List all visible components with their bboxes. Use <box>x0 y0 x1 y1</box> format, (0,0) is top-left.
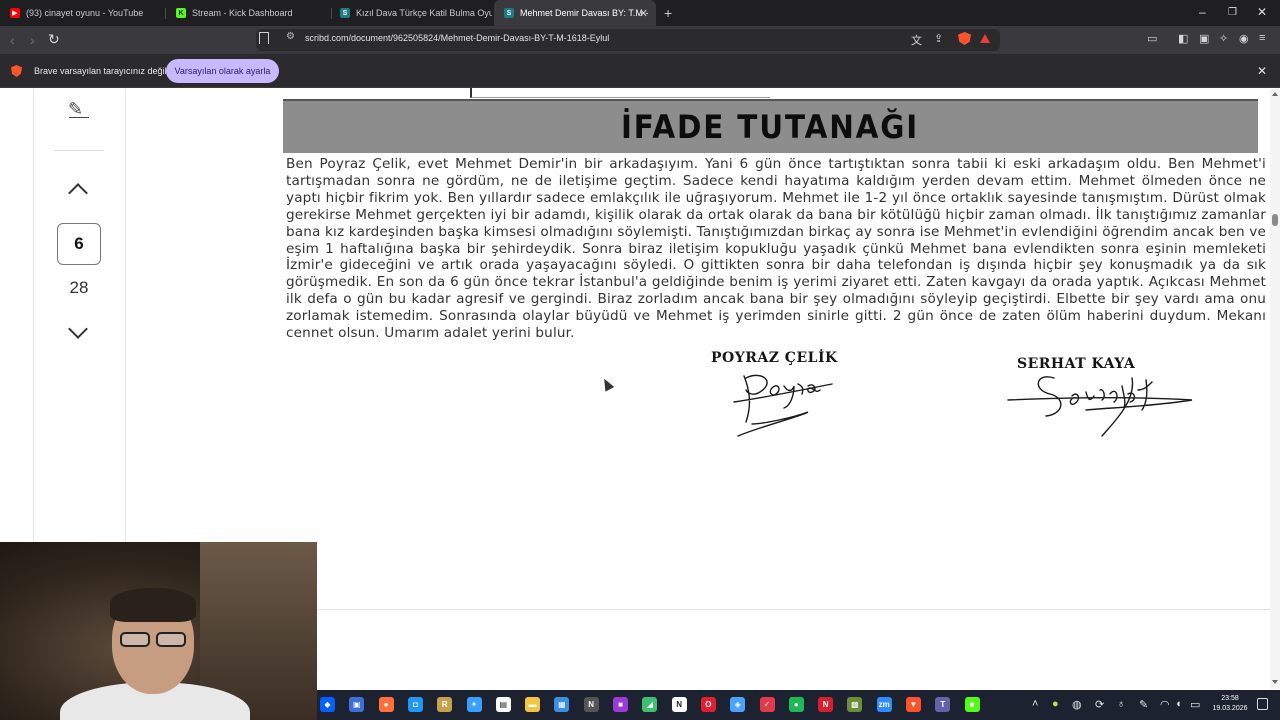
tray-app-icon[interactable]: ⟳ <box>1095 698 1104 711</box>
dropbox-icon[interactable]: ◆ <box>320 697 335 712</box>
tab-close-icon[interactable]: ✕ <box>639 7 648 20</box>
minecraft-icon[interactable]: ▩ <box>847 697 863 712</box>
document-heading-banner: İFADE TUTANAĞI <box>283 99 1258 153</box>
translate-icon[interactable]: 文 <box>911 32 922 48</box>
signature-poyraz <box>733 374 833 437</box>
scribd-icon: S <box>504 8 514 18</box>
document-icon[interactable]: ▤ <box>495 697 511 712</box>
pen-icon[interactable]: ✎ <box>1139 698 1148 711</box>
back-icon[interactable]: ‹ <box>10 32 15 48</box>
vpn-icon[interactable]: ◉ <box>1239 32 1249 45</box>
clock-date: 19.03.2026 <box>1212 705 1248 712</box>
current-page-input[interactable]: 6 <box>57 223 101 265</box>
tab-youtube[interactable]: ▶ (93) cinayet oyunu - YouTube <box>0 0 162 26</box>
volume-icon[interactable]: ◖ <box>1175 698 1182 710</box>
files-icon[interactable]: ◘ <box>407 697 423 712</box>
clock[interactable]: 23:58 19.03.2026 <box>1208 694 1252 714</box>
vertical-scrollbar[interactable] <box>1270 89 1280 689</box>
folder-icon[interactable]: ▬ <box>525 697 541 712</box>
divider <box>54 150 104 151</box>
signature-name-poyraz: POYRAZ ÇELİK <box>711 350 838 366</box>
spotify-icon[interactable]: ● <box>788 697 804 712</box>
minimize-button[interactable]: – <box>1199 5 1206 19</box>
window-close-button[interactable]: ✕ <box>1257 5 1267 19</box>
reload-icon[interactable]: ↻ <box>48 31 60 48</box>
url-text[interactable]: scribd.com/document/962505824/Mehmet-Dem… <box>305 33 609 43</box>
shield-app-icon[interactable]: ◈ <box>730 697 746 712</box>
new-tab-button[interactable]: + <box>664 5 672 21</box>
battery-icon[interactable]: ▭ <box>1190 698 1200 711</box>
zoom-icon[interactable]: zm <box>876 697 892 712</box>
infobar-close-icon[interactable]: ✕ <box>1257 64 1267 78</box>
forward-icon[interactable]: › <box>30 32 35 48</box>
tab-label: Mehmet Demir Davası BY: T.M - <box>520 8 649 18</box>
bookmark-icon[interactable] <box>259 32 269 44</box>
purple-app-icon[interactable]: ■ <box>613 697 628 712</box>
menu-icon[interactable]: ≡ <box>1259 32 1265 44</box>
leo-ai-icon[interactable]: ✧ <box>1219 32 1228 45</box>
copilot-icon[interactable]: ✦ <box>466 697 482 712</box>
opera-icon[interactable]: O <box>700 697 716 712</box>
total-pages: 28 <box>69 278 89 297</box>
scrollbar-thumb[interactable] <box>1272 214 1278 226</box>
teams-icon[interactable]: T <box>935 697 951 712</box>
signature-serhat <box>1007 376 1193 437</box>
chevron-up-icon[interactable]: ˄ <box>1032 698 1038 710</box>
scribd-icon: S <box>340 8 350 18</box>
share-icon[interactable]: ⇪ <box>934 32 943 45</box>
tab-label: Kızıl Dava Türkçe Katil Bulma Oyunu <box>356 8 492 18</box>
kick-icon: K <box>176 8 186 18</box>
capcut-icon[interactable]: ✓ <box>759 697 775 712</box>
scroll-down-arrow-icon[interactable] <box>1272 680 1278 684</box>
document-frame-line <box>470 88 770 98</box>
tray-app-icon[interactable]: ● <box>1052 698 1059 710</box>
tab-mehmet-demir[interactable]: S Mehmet Demir Davası BY: T.M - ✕ <box>494 0 656 26</box>
game-icon[interactable]: R <box>437 697 453 712</box>
bluestacks-icon[interactable]: ◢ <box>642 697 658 712</box>
notion-icon[interactable]: N <box>671 697 687 712</box>
reader-mode-icon[interactable]: ▭ <box>1147 32 1157 45</box>
firefox-icon[interactable]: ● <box>378 697 394 712</box>
notification-icon[interactable] <box>1257 698 1268 710</box>
brave-icon[interactable]: ▼ <box>906 697 921 712</box>
tab-kizil-dava[interactable]: S Kızıl Dava Türkçe Katil Bulma Oyunu <box>330 0 492 26</box>
window-icon[interactable]: ▣ <box>349 697 365 712</box>
page-navigation-rail <box>33 89 126 544</box>
scroll-up-arrow-icon[interactable] <box>1272 92 1278 96</box>
store-icon[interactable]: ▦ <box>554 697 570 712</box>
infobar-text: Brave varsayılan tarayıcınız değil <box>34 66 167 76</box>
document-heading: İFADE TUTANAĞI <box>621 108 920 146</box>
red-app-icon[interactable]: N <box>818 697 834 712</box>
maximize-button[interactable]: ❐ <box>1228 7 1237 18</box>
tab-kick[interactable]: K Stream - Kick Dashboard <box>166 0 328 26</box>
tab-label: Stream - Kick Dashboard <box>192 8 293 18</box>
kick-app-icon[interactable]: ■ <box>964 697 980 712</box>
webcam-overlay <box>0 542 317 720</box>
site-info-icon[interactable]: ⚙ <box>286 31 295 42</box>
page-bottom-border <box>317 609 1270 610</box>
set-default-button[interactable]: Varsayılan olarak ayarla <box>166 59 279 83</box>
wifi-icon[interactable]: ◠ <box>1160 698 1170 711</box>
microphone-icon[interactable]: ♁ <box>1117 698 1125 710</box>
notion-n-icon[interactable]: N <box>583 697 599 712</box>
sidebar-icon[interactable]: ◧ <box>1178 32 1188 45</box>
youtube-icon: ▶ <box>10 8 20 18</box>
wallet-icon[interactable]: ▣ <box>1199 32 1209 45</box>
tray-app-icon[interactable]: ◍ <box>1072 698 1082 711</box>
tab-label: (93) cinayet oyunu - YouTube <box>26 8 144 18</box>
clock-time: 23:58 <box>1221 695 1239 702</box>
statement-text: Ben Poyraz Çelik, evet Mehmet Demir'in b… <box>286 156 1266 342</box>
navigation-bar: ‹ › ↻ <box>0 26 1280 54</box>
brave-rewards-icon[interactable] <box>980 34 990 43</box>
tab-strip: ▶ (93) cinayet oyunu - YouTube K Stream … <box>0 0 1280 26</box>
